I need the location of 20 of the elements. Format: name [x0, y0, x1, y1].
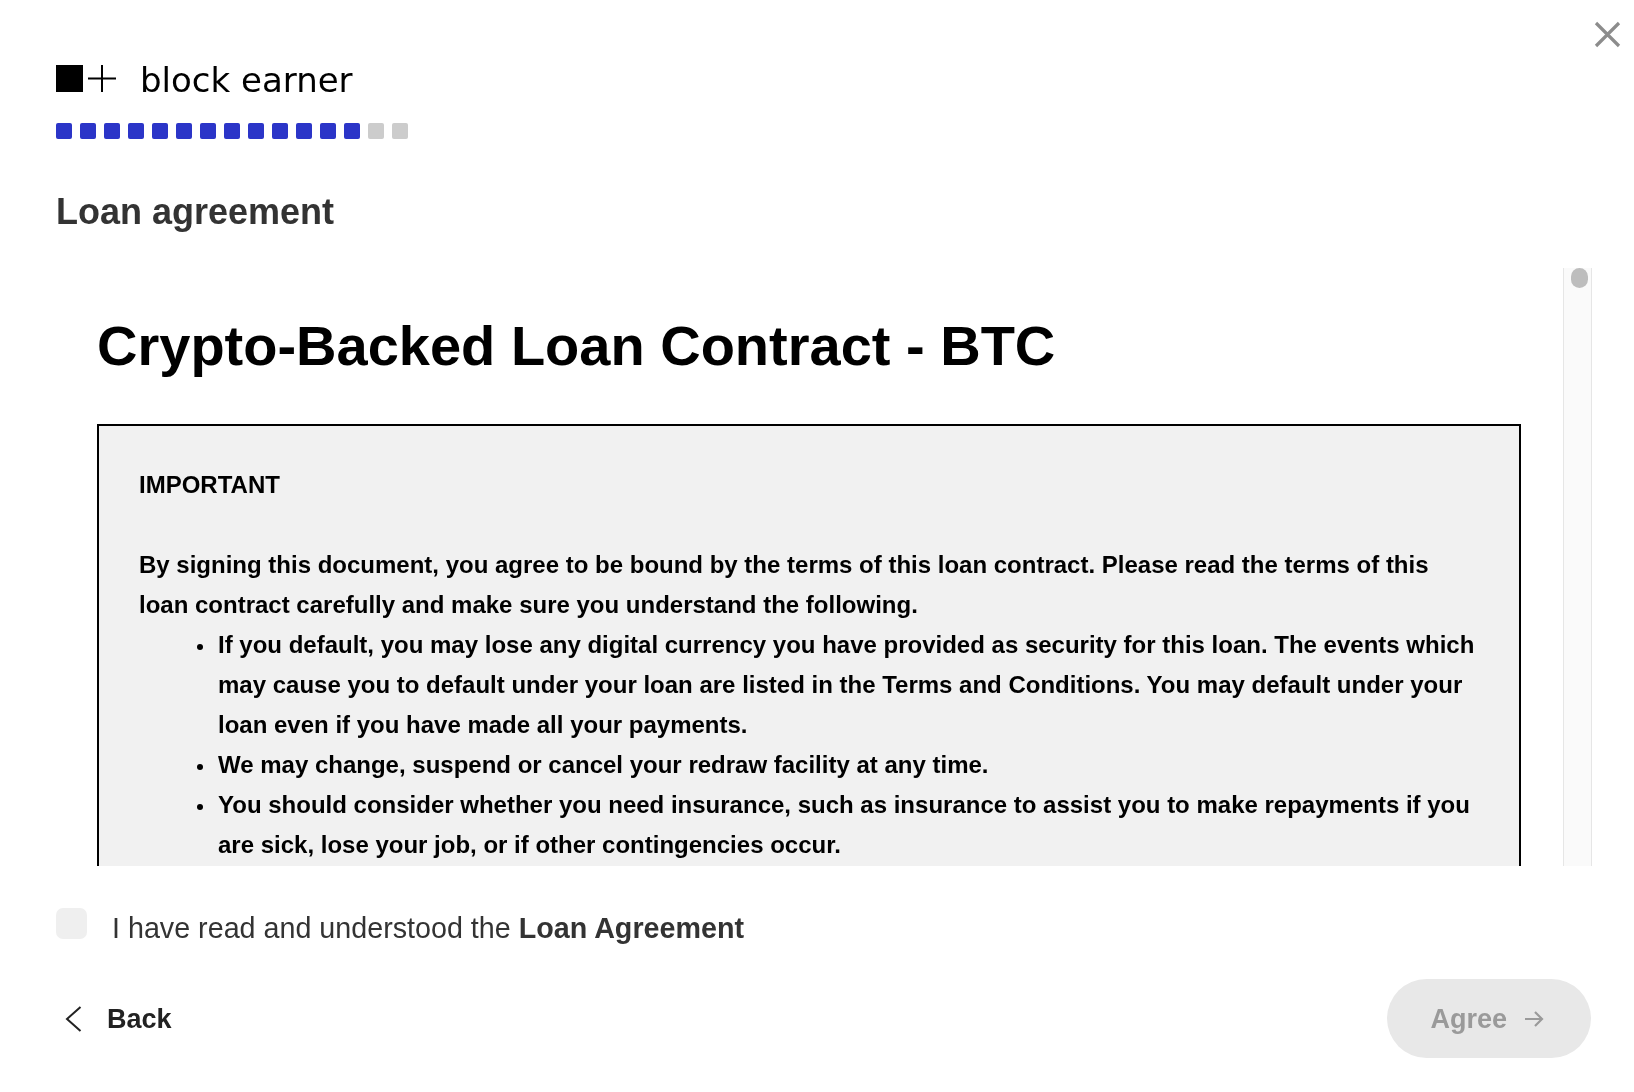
- logo-text: block earner: [140, 63, 353, 97]
- bullet-text: We may change, suspend or cancel your redraw facility at any time.: [218, 750, 989, 780]
- notice-paragraph: By signing this document, you agree to be bound by the terms of this loan contract. Please read the terms of this loan contract carefully and make sure you understand the following.: [139, 550, 1430, 620]
- bullet-text: If you default, you may lose any digital currency you have provided as security for this loan. The events which may cause you to default under your loan are listed in the Terms and Conditions. You may default under your loan even if you have made all your payments.: [218, 630, 1476, 740]
- bullet-text: You should consider whether you need insurance, such as insurance to assist you to make repayments if you are sick, lose your job, or if other contingencies occur.: [218, 790, 1471, 860]
- arrow-right-icon: [1524, 1009, 1544, 1028]
- logo-icon: [56, 65, 116, 92]
- scrollbar-thumb[interactable]: [1571, 268, 1588, 288]
- scrollbar-track[interactable]: [1563, 268, 1592, 866]
- document-title: Crypto-Backed Loan Contract - BTC: [97, 314, 1057, 378]
- checkbox-label: I have read and understood the Loan Agreement: [112, 911, 744, 945]
- close-button[interactable]: [1594, 21, 1621, 48]
- chevron-left-icon: [65, 1005, 82, 1032]
- notice-heading: IMPORTANT: [139, 470, 281, 500]
- bullet-icon: [197, 644, 203, 650]
- back-button[interactable]: Back: [65, 1002, 172, 1035]
- bullet-icon: [197, 804, 203, 810]
- page-title: Loan agreement: [56, 191, 335, 233]
- close-icon: [1594, 21, 1621, 48]
- bullet-icon: [197, 764, 203, 770]
